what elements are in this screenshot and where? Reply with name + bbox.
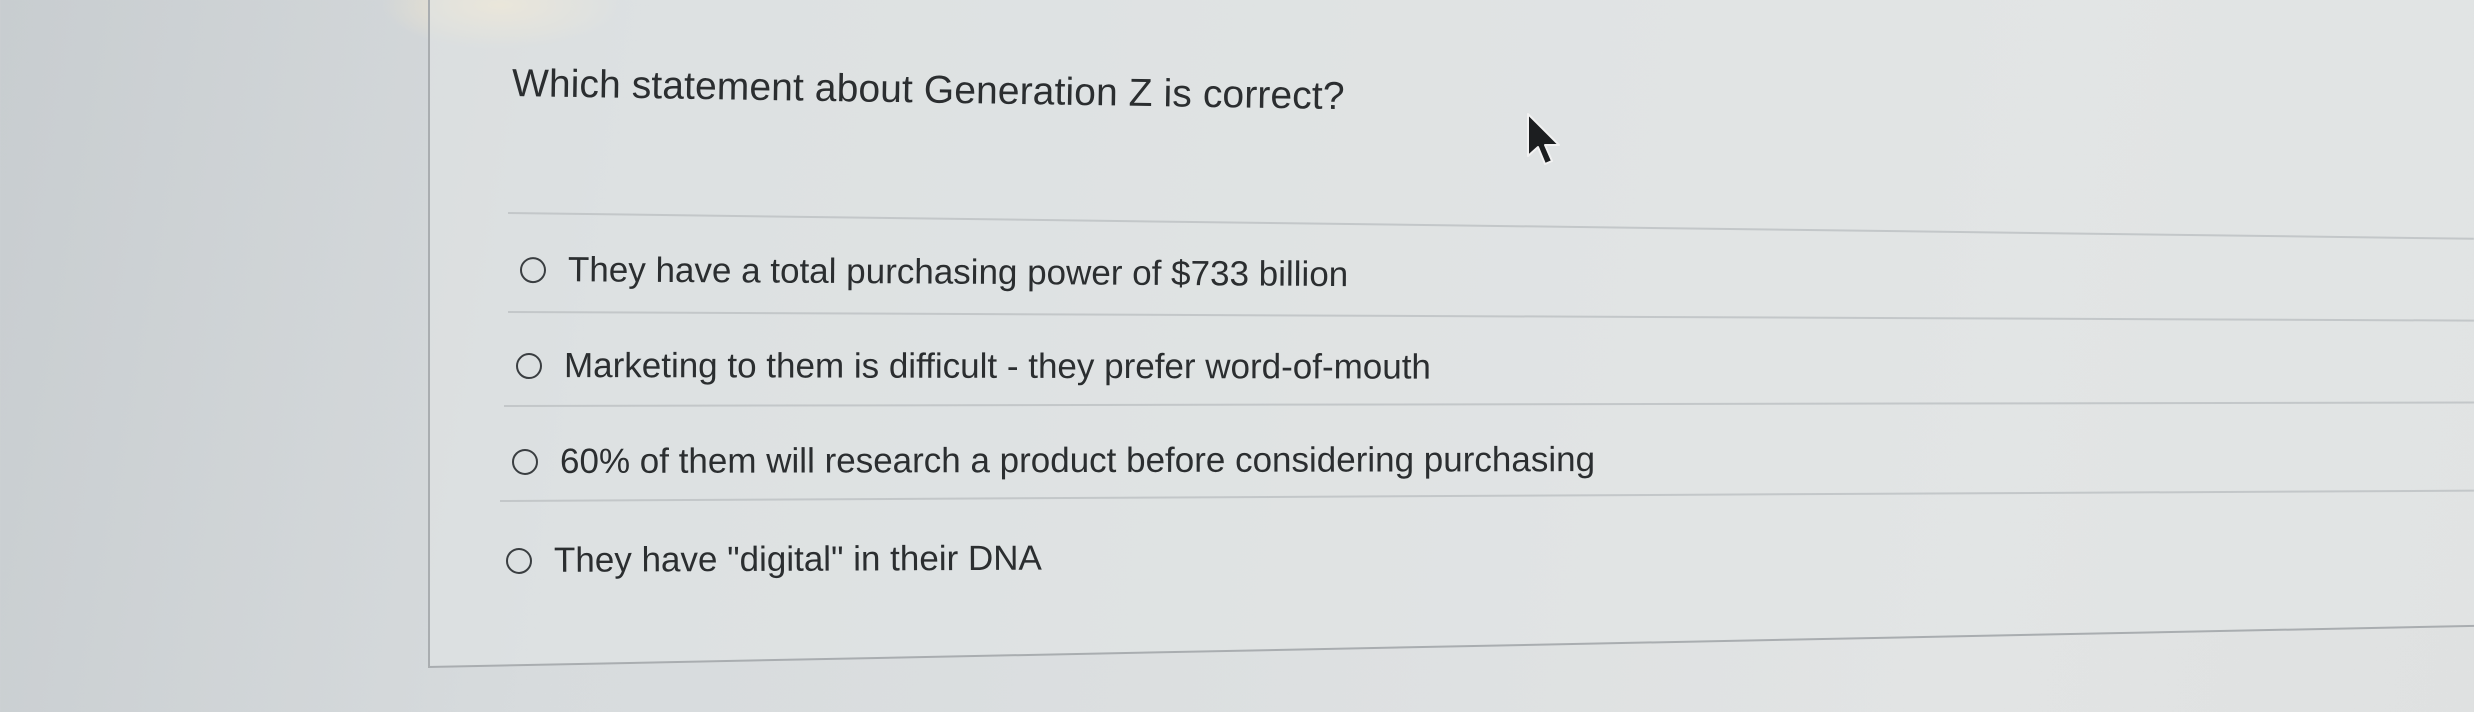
mouse-pointer-arrow-icon: [1527, 113, 1560, 165]
option-label: They have "digital" in their DNA: [553, 538, 1042, 580]
option-label: 60% of them will research a product befo…: [559, 440, 1596, 481]
radio-button-icon[interactable]: [505, 547, 533, 574]
option-label: Marketing to them is difficult - they pr…: [563, 346, 1431, 387]
radio-button-icon[interactable]: [519, 257, 547, 284]
answer-option-4[interactable]: They have "digital" in their DNA: [505, 529, 1042, 591]
option-label: They have a total purchasing power of $7…: [567, 250, 1349, 295]
radio-button-icon[interactable]: [515, 353, 543, 380]
answer-option-1[interactable]: They have a total purchasing power of $7…: [519, 240, 1349, 305]
radio-button-icon[interactable]: [511, 448, 539, 475]
answer-option-2[interactable]: Marketing to them is difficult - they pr…: [515, 336, 1431, 398]
answer-option-3[interactable]: 60% of them will research a product befo…: [511, 430, 1596, 492]
